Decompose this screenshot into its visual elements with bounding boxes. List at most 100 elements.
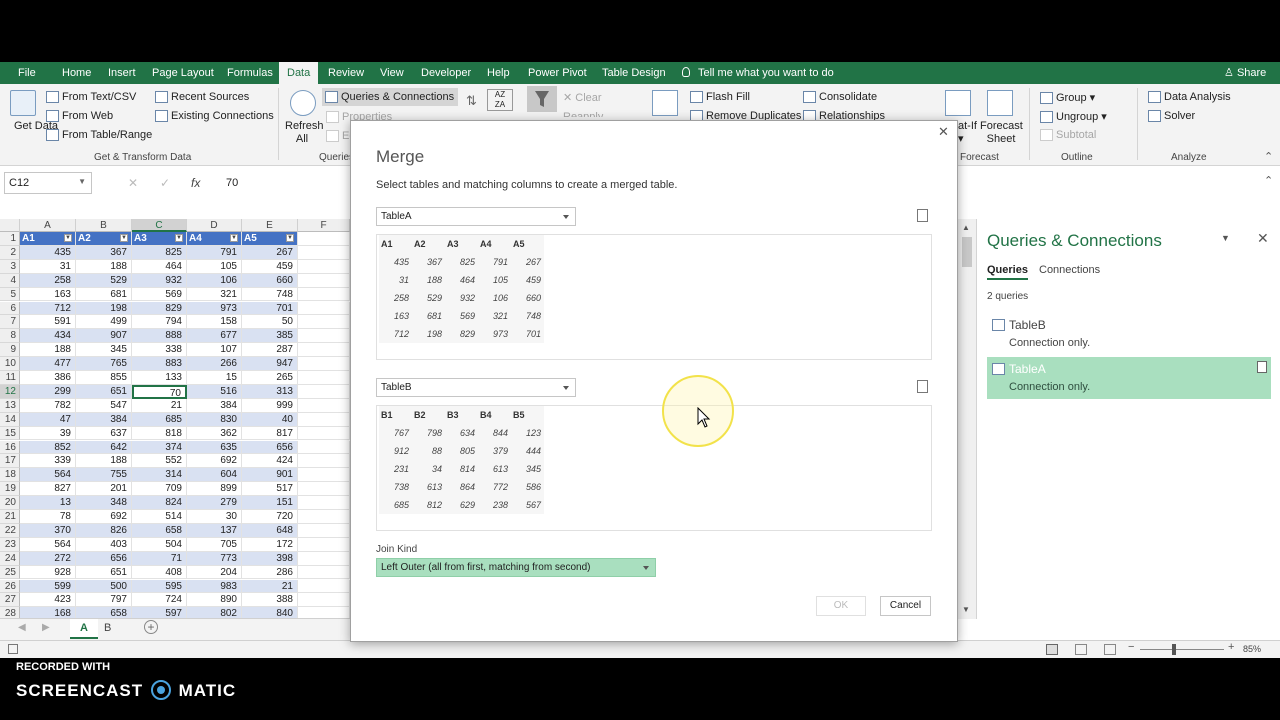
grid-cell[interactable]: 755 xyxy=(76,468,132,483)
grid-cell[interactable]: 21 xyxy=(242,579,298,594)
preview-column[interactable] xyxy=(379,235,412,343)
grid-cell[interactable]: 70 xyxy=(132,384,187,399)
sort-az-icon[interactable]: ⇅ xyxy=(466,93,477,109)
function-icon[interactable]: fx xyxy=(191,176,200,190)
sheet-tab-b[interactable]: B xyxy=(104,622,111,634)
grid-cell[interactable] xyxy=(298,273,350,288)
tab-view[interactable]: View xyxy=(380,62,404,84)
grid-cell[interactable]: 423 xyxy=(20,593,76,608)
grid-cell[interactable]: 424 xyxy=(242,454,298,469)
from-text-csv-button[interactable]: From Text/CSV xyxy=(46,91,136,104)
grid-cell[interactable]: 21 xyxy=(132,398,187,413)
row-header[interactable]: 4 xyxy=(0,273,20,288)
page-break-view-icon[interactable] xyxy=(1104,644,1116,655)
row-header[interactable]: 24 xyxy=(0,551,20,566)
grid-cell[interactable]: 338 xyxy=(132,343,187,358)
grid-cell[interactable]: 374 xyxy=(132,440,187,455)
grid-cell[interactable]: 106 xyxy=(187,273,242,288)
ok-button[interactable]: OK xyxy=(816,596,866,616)
sort-icon[interactable]: AZ ZA xyxy=(487,89,513,111)
cancel-button[interactable]: Cancel xyxy=(880,596,931,616)
preview-column[interactable] xyxy=(412,406,445,514)
grid-cell[interactable]: 681 xyxy=(76,287,132,302)
filter-dropdown-icon[interactable]: ▼ xyxy=(64,234,72,242)
grid-cell[interactable] xyxy=(298,510,350,524)
recent-sources-button[interactable]: Recent Sources xyxy=(155,91,249,104)
row-header[interactable]: 14 xyxy=(0,412,20,427)
table-header-cell[interactable]: A1 ▼ xyxy=(20,232,76,246)
tell-me-box[interactable]: Tell me what you want to do xyxy=(682,62,834,84)
grid-cell[interactable]: 773 xyxy=(187,551,242,566)
grid-cell[interactable]: 830 xyxy=(187,412,242,427)
grid-cell[interactable] xyxy=(298,287,350,302)
page-layout-view-icon[interactable] xyxy=(1075,644,1087,655)
grid-cell[interactable]: 829 xyxy=(132,301,187,316)
grid-cell[interactable]: 188 xyxy=(76,259,132,274)
tab-queries[interactable]: Queries xyxy=(987,264,1028,280)
grid-cell[interactable]: 552 xyxy=(132,454,187,469)
grid-cell[interactable]: 258 xyxy=(20,273,76,288)
grid-cell[interactable] xyxy=(298,468,350,483)
grid-cell[interactable]: 855 xyxy=(76,371,132,385)
zoom-level[interactable]: 85% xyxy=(1243,644,1261,654)
solver-button[interactable]: Solver xyxy=(1148,110,1195,123)
row-header[interactable]: 10 xyxy=(0,357,20,371)
subtotal-button[interactable]: Subtotal xyxy=(1040,129,1096,142)
grid-cell[interactable]: 151 xyxy=(242,496,298,510)
get-data-button[interactable]: Get Data xyxy=(14,120,58,133)
tab-connections[interactable]: Connections xyxy=(1039,264,1100,276)
grid-cell[interactable]: 701 xyxy=(242,301,298,316)
grid-cell[interactable] xyxy=(298,523,350,538)
grid-cell[interactable]: 635 xyxy=(187,440,242,455)
tab-help[interactable]: Help xyxy=(487,62,510,84)
preview-column[interactable] xyxy=(412,235,445,343)
grid-cell[interactable] xyxy=(298,245,350,260)
grid-cell[interactable] xyxy=(298,426,350,441)
grid-cell[interactable]: 656 xyxy=(242,440,298,455)
spreadsheet-grid[interactable]: A B C D E F 1 A1 ▼ A2 ▼ A3 ▼ A4 ▼ A5 ▼ 2 435 367 825 791 267 3 3… xyxy=(0,219,350,622)
grid-cell[interactable] xyxy=(298,357,350,371)
grid-cell[interactable]: 279 xyxy=(187,496,242,510)
filter-dropdown-icon[interactable]: ▼ xyxy=(286,234,294,242)
grid-cell[interactable]: 299 xyxy=(20,384,76,399)
prev-sheet-icon[interactable]: ◀ xyxy=(18,622,26,633)
tab-review[interactable]: Review xyxy=(328,62,364,84)
name-box[interactable]: C12 ▼ xyxy=(4,172,92,194)
second-table-preview[interactable]: B1 767 912 231 738 685 B2 798 88 34 613 812 B3 634 805… xyxy=(376,405,932,531)
grid-cell[interactable] xyxy=(298,343,350,358)
grid-cell[interactable]: 824 xyxy=(132,496,187,510)
grid-cell[interactable]: 928 xyxy=(20,565,76,580)
tab-home[interactable]: Home xyxy=(62,62,91,84)
zoom-out-icon[interactable]: − xyxy=(1128,641,1134,653)
grid-cell[interactable]: 899 xyxy=(187,482,242,497)
grid-cell[interactable]: 529 xyxy=(76,273,132,288)
tab-power-pivot[interactable]: Power Pivot xyxy=(528,62,587,84)
row-header[interactable]: 25 xyxy=(0,565,20,580)
grid-cell[interactable]: 133 xyxy=(132,371,187,385)
grid-cell[interactable]: 40 xyxy=(242,412,298,427)
existing-connections-button[interactable]: Existing Connections xyxy=(155,110,274,123)
row-header[interactable]: 5 xyxy=(0,287,20,302)
grid-cell[interactable]: 107 xyxy=(187,343,242,358)
grid-cell[interactable] xyxy=(298,454,350,469)
zoom-slider[interactable] xyxy=(1140,649,1224,650)
grid-cell[interactable]: 720 xyxy=(242,510,298,524)
grid-cell[interactable]: 39 xyxy=(20,426,76,441)
row-header[interactable]: 3 xyxy=(0,259,20,274)
grid-cell[interactable]: 272 xyxy=(20,551,76,566)
tab-table-design[interactable]: Table Design xyxy=(602,62,666,84)
first-table-dropdown[interactable]: TableA xyxy=(376,207,576,226)
grid-cell[interactable]: 30 xyxy=(187,510,242,524)
row-header[interactable]: 12 xyxy=(0,384,20,399)
grid-cell[interactable]: 163 xyxy=(20,287,76,302)
grid-cell[interactable] xyxy=(298,301,350,316)
grid-cell[interactable]: 748 xyxy=(242,287,298,302)
grid-cell[interactable]: 656 xyxy=(76,551,132,566)
grid-cell[interactable]: 637 xyxy=(76,426,132,441)
grid-cell[interactable]: 642 xyxy=(76,440,132,455)
from-web-button[interactable]: From Web xyxy=(46,110,113,123)
grid-cell[interactable]: 50 xyxy=(242,315,298,330)
row-header[interactable]: 6 xyxy=(0,301,20,316)
grid-cell[interactable]: 385 xyxy=(242,329,298,344)
grid-cell[interactable]: 791 xyxy=(187,245,242,260)
